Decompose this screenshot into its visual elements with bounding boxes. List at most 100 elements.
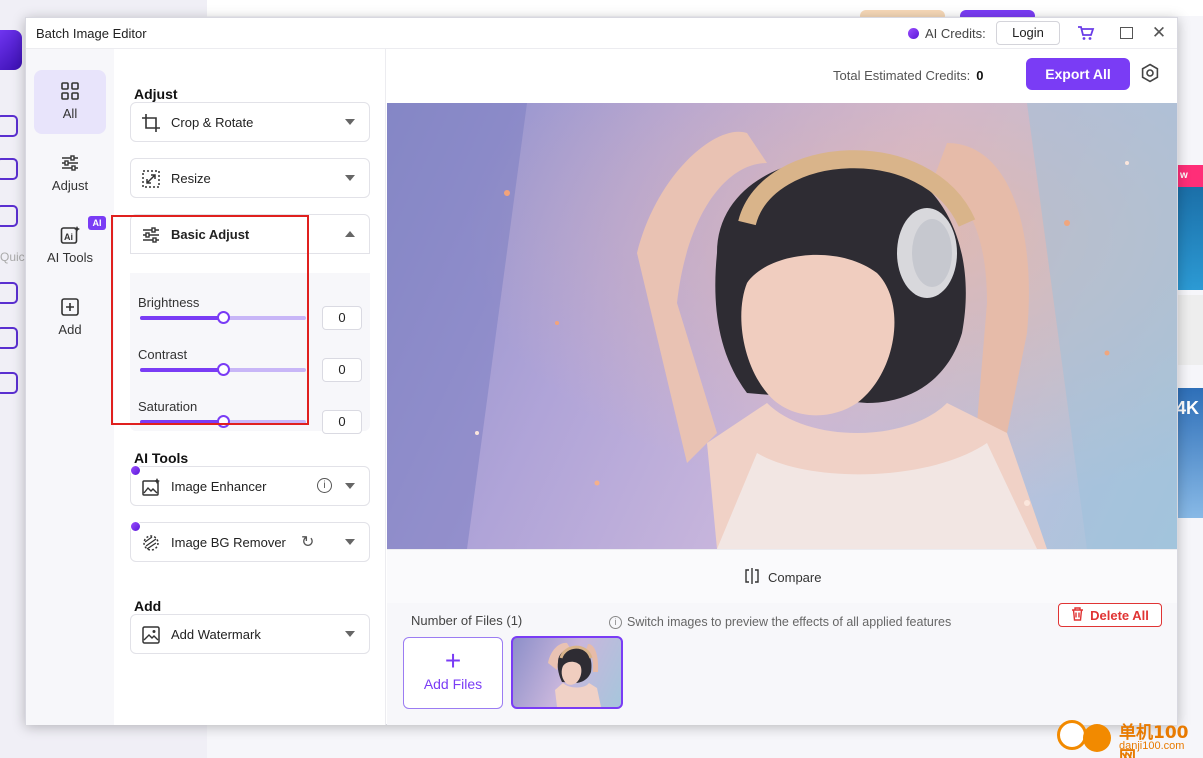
crop-rotate-label: Crop & Rotate	[171, 115, 254, 130]
brightness-slider[interactable]	[140, 311, 306, 324]
sliders-icon	[141, 225, 161, 245]
brightness-label: Brightness	[138, 295, 200, 310]
contrast-slider[interactable]	[140, 363, 306, 376]
brightness-slider-thumb[interactable]	[217, 311, 230, 324]
preview-panel: Total Estimated Credits: 0 Export All Co…	[387, 49, 1177, 725]
document-icon[interactable]	[0, 205, 18, 227]
saturation-label: Saturation	[138, 399, 198, 414]
info-icon: i	[609, 615, 622, 629]
files-count: Number of Files (1)	[411, 613, 523, 628]
contrast-label: Contrast	[138, 347, 188, 362]
section-heading-adjust: Adjust	[134, 86, 178, 102]
chevron-down-icon	[345, 119, 355, 125]
section-heading-add: Add	[134, 598, 162, 614]
bg-remover-dropdown[interactable]: Image BG Remover ↻	[130, 521, 370, 562]
left-nav: All Adjust AI Ai AI Tools Add	[26, 49, 114, 725]
login-button[interactable]: Login	[996, 21, 1060, 45]
quick-label: Quic	[0, 250, 25, 264]
add-watermark-label: Add Watermark	[171, 627, 261, 642]
ai-credits: AI Credits:	[908, 26, 986, 41]
batch-image-editor-window: Batch Image Editor AI Credits: Login ✕ A…	[25, 17, 1178, 725]
nav-label: AI Tools	[46, 250, 93, 265]
ai-badge: AI	[88, 216, 106, 230]
compare-button[interactable]: Compare	[744, 568, 821, 587]
delete-all-button[interactable]: Delete All	[1058, 603, 1162, 627]
chevron-down-icon	[345, 631, 355, 637]
plus-square-icon	[60, 297, 80, 317]
credit-icon	[130, 521, 141, 532]
window-title: Batch Image Editor	[36, 26, 147, 41]
switch-tip: i Switch images to preview the effects o…	[609, 615, 951, 629]
trash-icon	[1071, 606, 1084, 624]
background-banner[interactable]	[1178, 165, 1203, 290]
site-watermark: 单机100网 danji100.com	[1055, 716, 1203, 758]
contrast-value-input[interactable]: 0	[322, 358, 362, 382]
saturation-value-input[interactable]: 0	[322, 410, 362, 434]
image-enhancer-label: Image Enhancer	[171, 479, 267, 494]
refresh-icon[interactable]: ↻	[301, 532, 314, 552]
basic-adjust-label: Basic Adjust	[171, 227, 250, 242]
image-enhancer-dropdown[interactable]: Image Enhancer i	[130, 465, 370, 506]
add-files-label: Add Files	[423, 676, 483, 692]
tool-icon[interactable]	[0, 372, 18, 394]
image-preview	[387, 103, 1177, 549]
background-card	[1178, 295, 1203, 365]
export-all-button[interactable]: Export All	[1026, 58, 1130, 90]
add-files-button[interactable]: + Add Files	[403, 637, 503, 709]
chevron-down-icon	[345, 539, 355, 545]
resize-icon	[141, 169, 161, 189]
close-icon[interactable]: ✕	[1150, 24, 1168, 42]
bg-remover-icon	[141, 533, 161, 553]
nav-item-add[interactable]: Add	[34, 286, 106, 350]
ai-credits-label: AI Credits:	[925, 26, 986, 41]
chevron-down-icon	[345, 483, 355, 489]
add-watermark-dropdown[interactable]: Add Watermark	[130, 614, 370, 654]
contrast-slider-thumb[interactable]	[217, 363, 230, 376]
tool-icon[interactable]	[0, 327, 18, 349]
chevron-down-icon	[345, 175, 355, 181]
brightness-value-input[interactable]: 0	[322, 306, 362, 330]
nav-item-ai-tools[interactable]: AI Ai AI Tools	[34, 214, 106, 278]
resize-label: Resize	[171, 171, 211, 186]
bg-remover-label: Image BG Remover	[171, 535, 286, 550]
cart-icon[interactable]	[1077, 24, 1095, 42]
image-enhance-icon	[141, 477, 161, 497]
file-thumbnail[interactable]	[511, 636, 623, 709]
ai-icon: Ai	[60, 225, 80, 245]
crop-icon	[141, 113, 161, 133]
files-area: Number of Files (1) i Switch images to p…	[387, 603, 1177, 725]
maximize-icon[interactable]	[1118, 24, 1136, 42]
settings-panel: Adjust Crop & Rotate Resize Basic Adjust…	[114, 49, 386, 725]
basic-adjust-controls: Brightness 0 Contrast 0 Saturation 0	[130, 273, 370, 434]
title-bar: Batch Image Editor AI Credits: Login ✕	[26, 18, 1177, 49]
image-icon	[141, 625, 161, 645]
watermark-url: danji100.com	[1119, 740, 1185, 752]
plus-icon: +	[444, 645, 462, 676]
settings-gear-icon[interactable]	[1139, 63, 1161, 85]
background-header	[207, 0, 1203, 16]
nav-label: Adjust	[51, 178, 89, 193]
nav-item-all[interactable]: All	[34, 70, 106, 134]
credit-icon	[130, 465, 141, 476]
nav-item-adjust[interactable]: Adjust	[34, 142, 106, 206]
preview-photo	[387, 103, 1177, 549]
credit-icon	[908, 28, 919, 39]
crop-rotate-dropdown[interactable]: Crop & Rotate	[130, 102, 370, 142]
toolbox-icon[interactable]	[0, 158, 18, 180]
compare-icon	[744, 568, 760, 587]
basic-adjust-dropdown[interactable]: Basic Adjust	[130, 214, 370, 254]
sliders-icon	[60, 153, 80, 173]
svg-text:Ai: Ai	[64, 232, 73, 242]
home-icon[interactable]	[0, 115, 18, 137]
info-icon[interactable]: i	[317, 478, 332, 493]
compare-bar: Compare	[387, 549, 1177, 603]
tool-icon[interactable]	[0, 282, 18, 304]
delete-all-label: Delete All	[1090, 607, 1149, 623]
watermark-text: 单机100网	[1119, 723, 1189, 758]
compare-label: Compare	[768, 570, 822, 585]
resize-dropdown[interactable]: Resize	[130, 158, 370, 198]
credits-label: Total Estimated Credits:	[833, 68, 971, 83]
grid-icon	[60, 81, 80, 101]
saturation-slider[interactable]	[140, 415, 306, 428]
saturation-slider-thumb[interactable]	[217, 415, 230, 428]
